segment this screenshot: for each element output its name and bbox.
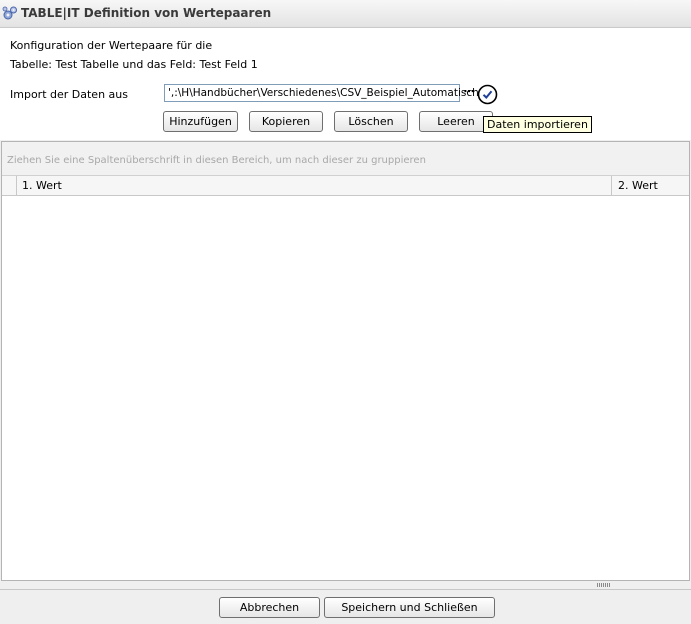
cancel-button[interactable]: Abbrechen: [219, 597, 320, 618]
resize-grip[interactable]: [597, 583, 611, 587]
import-label: Import der Daten aus: [10, 88, 128, 101]
row-indicator-header: [2, 176, 17, 195]
group-by-panel[interactable]: Ziehen Sie eine Spaltenüberschrift in di…: [2, 142, 689, 176]
column-header-value-1[interactable]: 1. Wert: [17, 176, 612, 195]
import-tooltip: Daten importieren: [483, 116, 592, 133]
title-bar: TABLE|IT Definition von Wertepaaren: [0, 0, 691, 28]
grid-header-row: 1. Wert 2. Wert: [2, 176, 689, 196]
copy-button[interactable]: Kopieren: [249, 111, 323, 132]
window-title: TABLE|IT Definition von Wertepaaren: [21, 6, 272, 20]
import-path-input[interactable]: ',:\H\Handbücher\Verschiedenes\CSV_Beisp…: [164, 84, 489, 102]
config-description: Konfiguration der Wertepaare für die: [10, 39, 213, 52]
add-button[interactable]: Hinzufügen: [163, 111, 238, 132]
table-field-info: Tabelle: Test Tabelle und das Feld: Test…: [10, 58, 258, 71]
delete-button[interactable]: Löschen: [334, 111, 408, 132]
group-by-hint: Ziehen Sie eine Spaltenüberschrift in di…: [7, 155, 426, 166]
check-circle-icon[interactable]: [477, 84, 498, 105]
value-pairs-grid[interactable]: Ziehen Sie eine Spaltenüberschrift in di…: [1, 141, 690, 581]
clear-button[interactable]: Leeren: [419, 111, 493, 132]
gears-icon: [2, 6, 17, 20]
footer-divider: [0, 589, 691, 590]
save-and-close-button[interactable]: Speichern und Schließen: [324, 597, 495, 618]
column-header-value-2[interactable]: 2. Wert: [613, 176, 689, 195]
dialog-window: TABLE|IT Definition von Wertepaaren Konf…: [0, 0, 691, 624]
browse-button[interactable]: ⋯: [461, 84, 477, 102]
